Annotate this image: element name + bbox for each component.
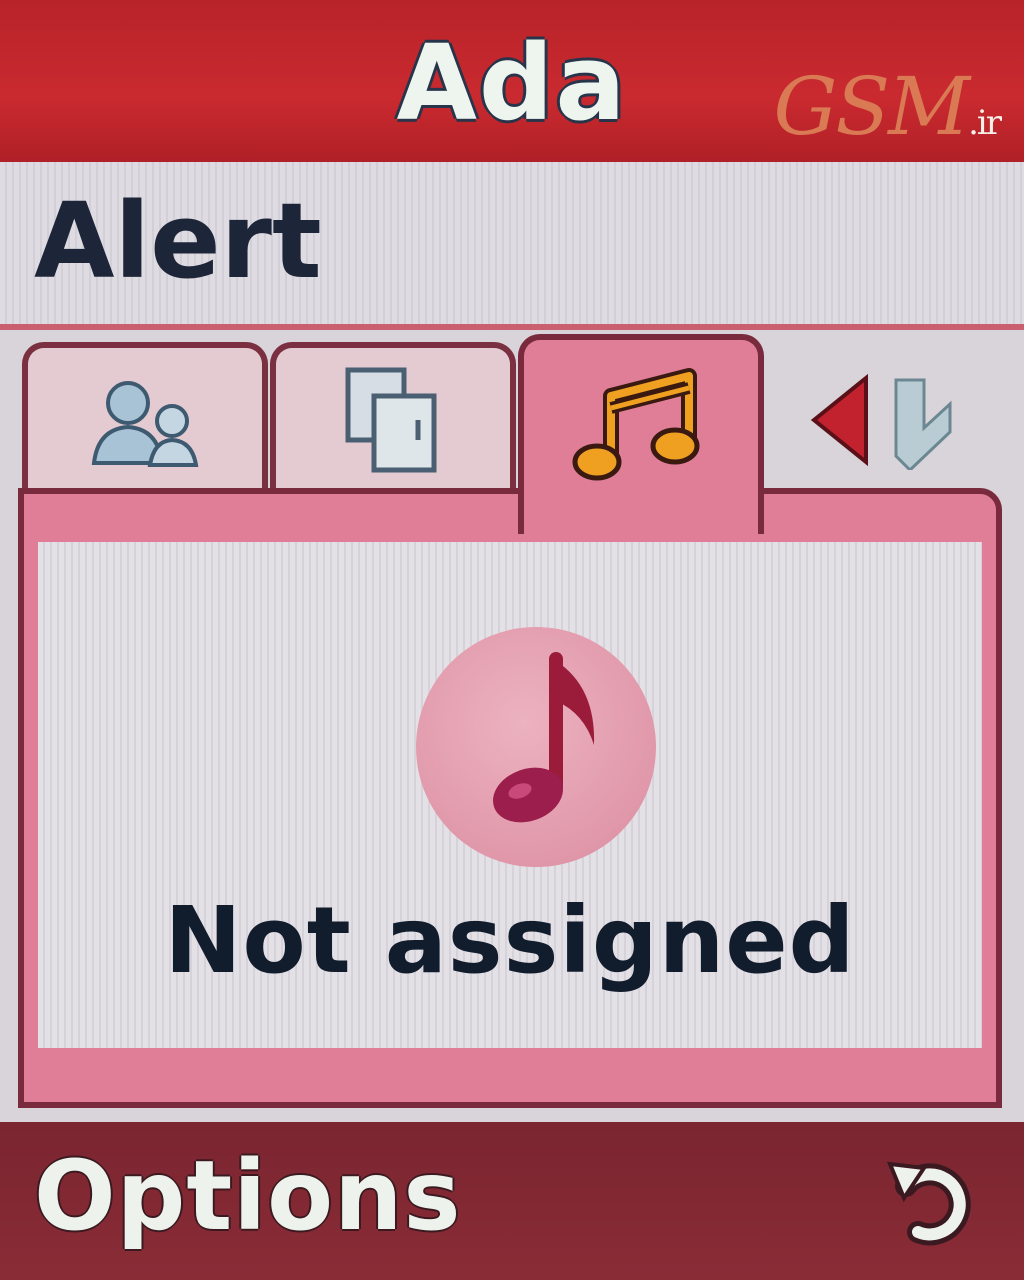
phonebook-icon [345,367,437,473]
ringtone-status: Not assigned [164,887,856,994]
tab-contacts[interactable] [22,342,268,492]
tab-ringtone[interactable] [518,334,764,534]
phone-screen: Ada GSM.ir Alert Not assigned Options [0,0,1024,1280]
watermark-text: GSM [773,60,970,153]
contacts-icon [91,381,199,467]
section-header: Alert [0,162,1024,330]
softkey-bar: Options [0,1122,1024,1280]
contact-name-title: Ada [396,22,628,144]
options-softkey[interactable]: Options [34,1140,462,1252]
content-panel: Not assigned [18,488,1002,1108]
music-note-icon [493,652,595,823]
ringtone-badge [416,627,656,867]
back-icon[interactable] [884,1150,984,1250]
content-area: Not assigned [38,542,982,1048]
tab-bar [0,330,1024,534]
watermark-tld: .ir [968,103,1002,143]
tab-scroll-arrows-icon[interactable] [800,370,980,470]
ringtone-icon [572,368,700,481]
title-bar: Ada GSM.ir [0,0,1024,162]
tab-phonebook[interactable] [270,342,516,492]
section-title: Alert [34,180,322,302]
watermark-logo: GSM.ir [773,60,1002,153]
